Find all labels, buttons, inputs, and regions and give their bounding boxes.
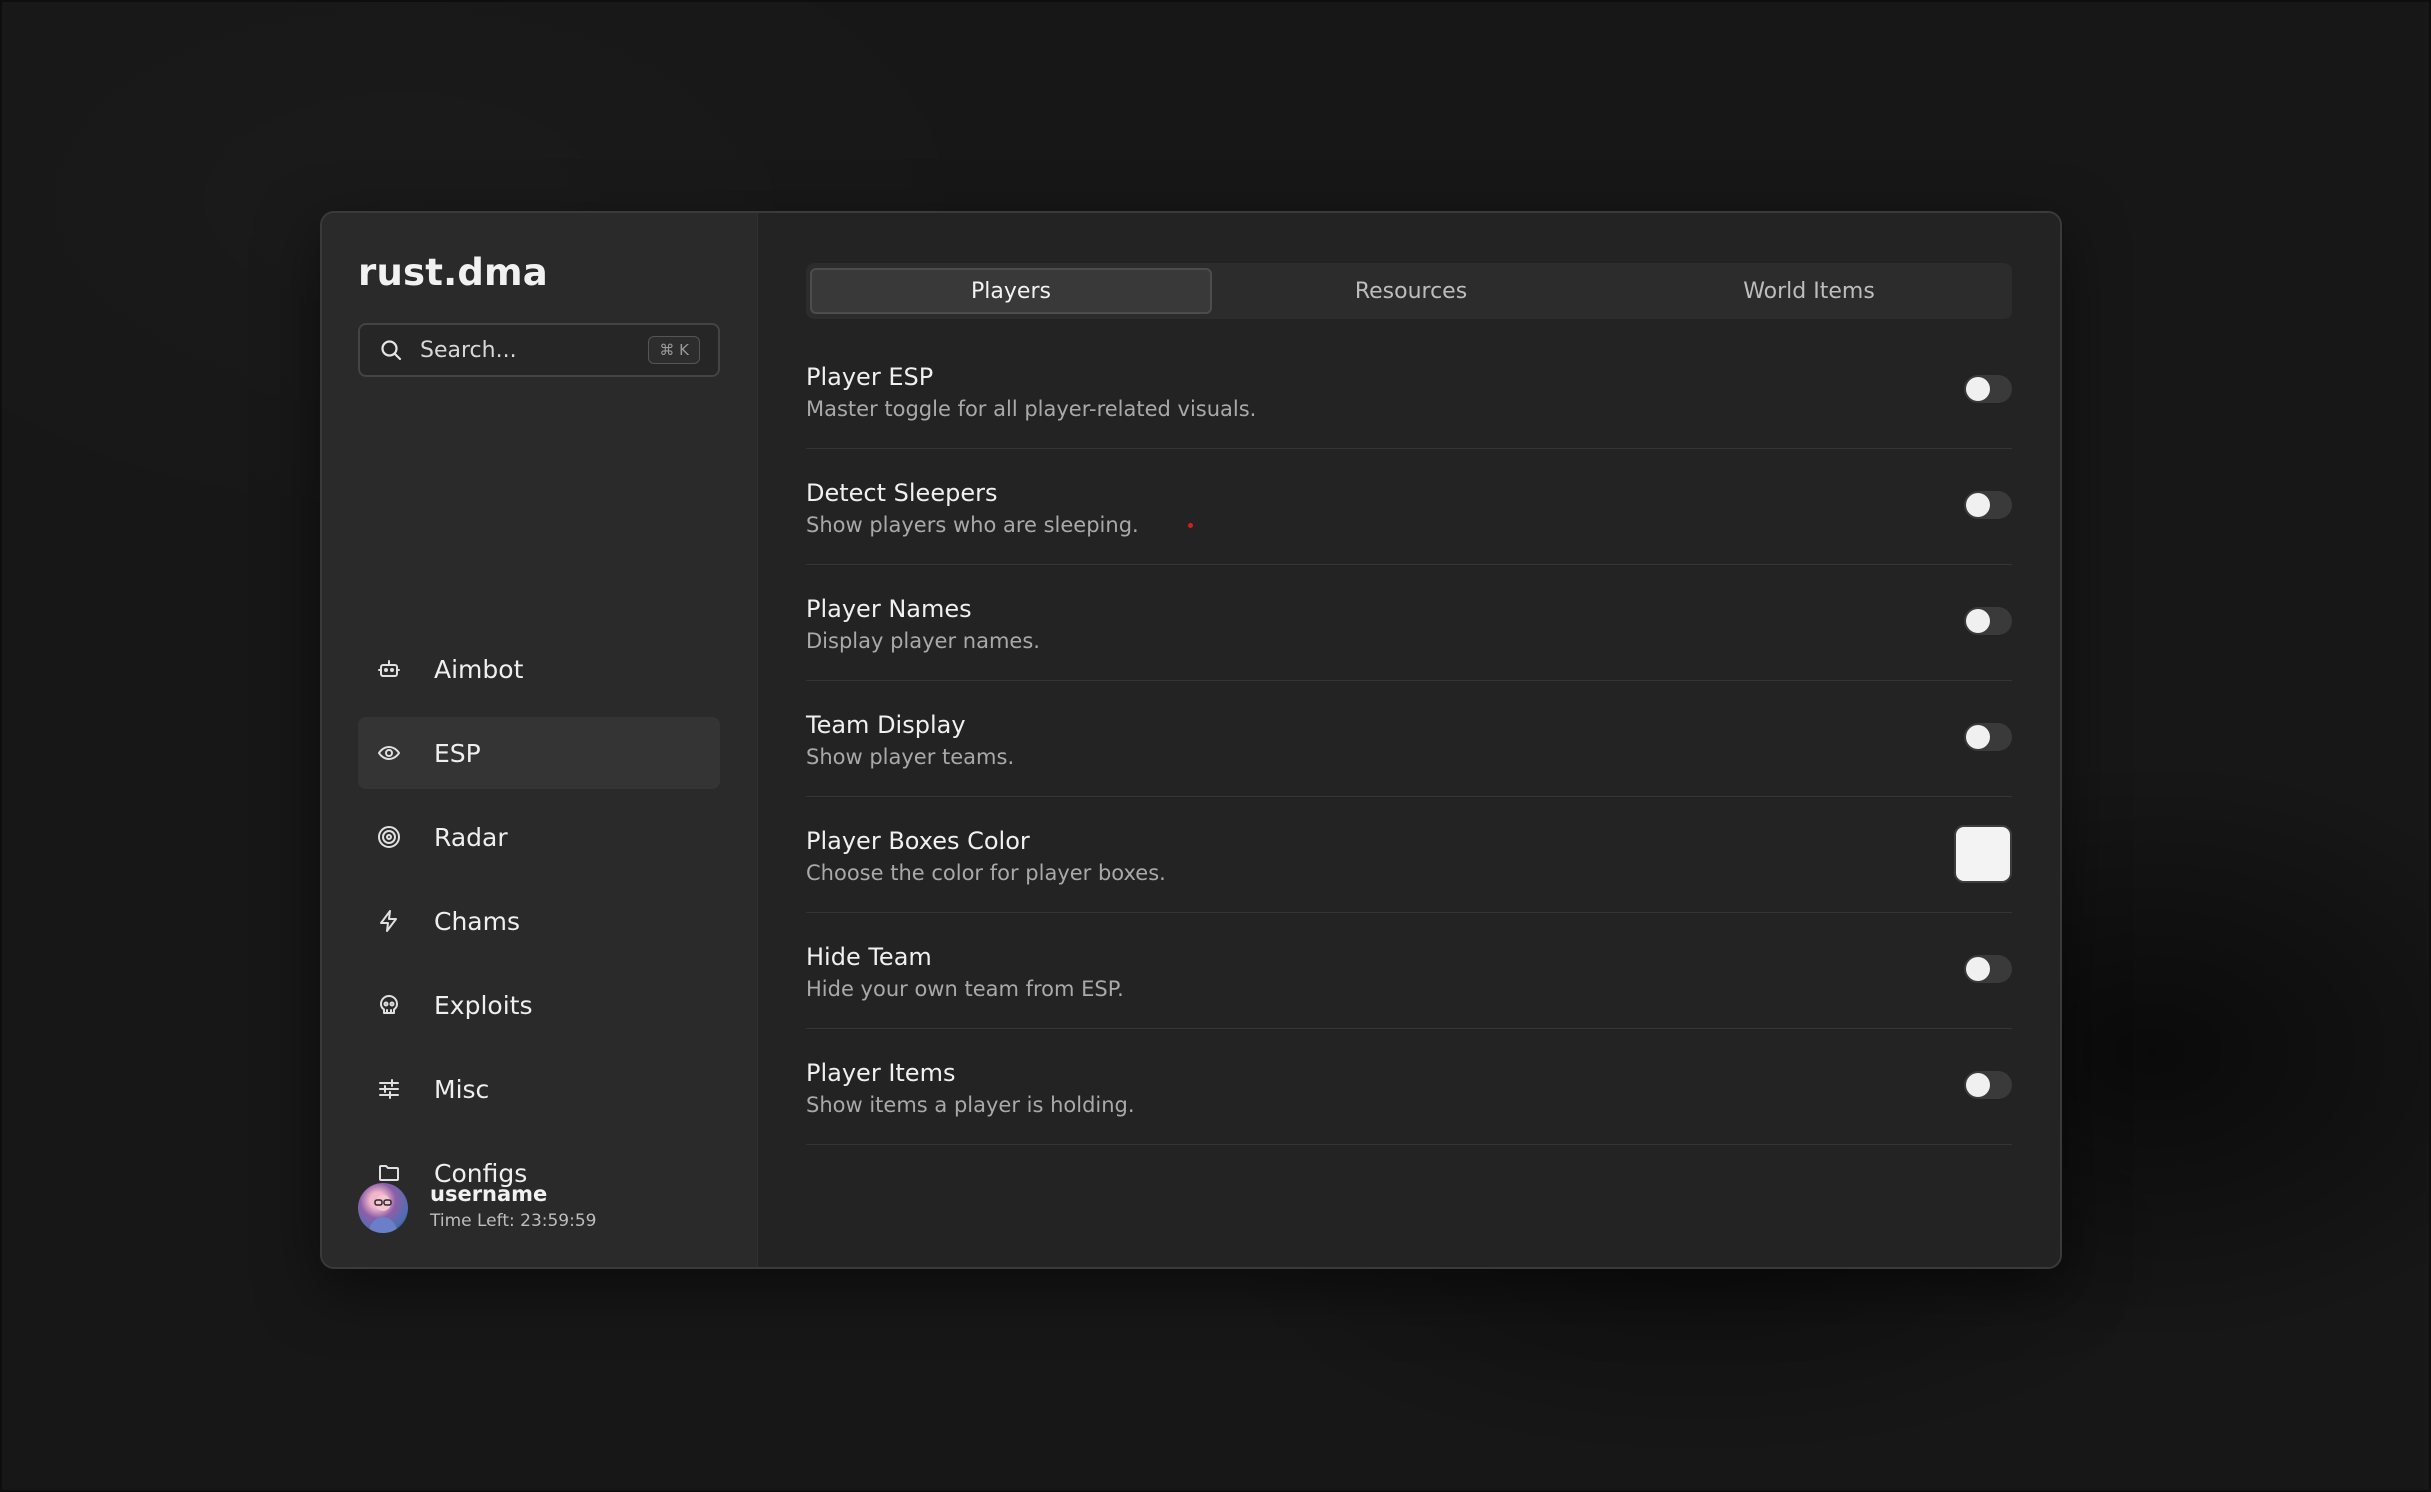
setting-row-player-esp: Player ESP Master toggle for all player-… bbox=[806, 333, 2012, 449]
setting-description: Show items a player is holding. bbox=[806, 1093, 1135, 1117]
user-info: username Time Left: 23:59:59 bbox=[430, 1181, 596, 1235]
avatar bbox=[358, 1183, 408, 1233]
search-input[interactable]: Search... bbox=[420, 338, 648, 363]
player-names-toggle[interactable] bbox=[1964, 607, 2012, 635]
team-display-toggle[interactable] bbox=[1964, 723, 2012, 751]
tab-resources[interactable]: Resources bbox=[1212, 268, 1610, 314]
lightning-icon bbox=[374, 906, 404, 936]
main-panel: Players Resources World Items Player ESP… bbox=[758, 213, 2060, 1267]
setting-title: Player Names bbox=[806, 595, 972, 623]
sidebar-item-label: Exploits bbox=[434, 990, 533, 1020]
app-title: rust.dma bbox=[358, 251, 548, 294]
toggle-knob bbox=[1966, 377, 1990, 401]
setting-title: Hide Team bbox=[806, 943, 932, 971]
setting-description: Show player teams. bbox=[806, 745, 1015, 769]
setting-title: Player ESP bbox=[806, 363, 934, 391]
radar-icon bbox=[374, 822, 404, 852]
sidebar-item-misc[interactable]: Misc bbox=[358, 1053, 720, 1125]
indicator-dot bbox=[1188, 523, 1193, 528]
sliders-icon bbox=[374, 1074, 404, 1104]
player-boxes-color-swatch[interactable] bbox=[1954, 825, 2012, 883]
sidebar-item-label: Aimbot bbox=[434, 654, 524, 684]
setting-description: Master toggle for all player-related vis… bbox=[806, 397, 1257, 421]
setting-row-player-items: Player Items Show items a player is hold… bbox=[806, 1029, 2012, 1145]
setting-row-player-names: Player Names Display player names. bbox=[806, 565, 2012, 681]
sidebar-item-chams[interactable]: Chams bbox=[358, 885, 720, 957]
player-items-toggle[interactable] bbox=[1964, 1071, 2012, 1099]
toggle-knob bbox=[1966, 725, 1990, 749]
skull-icon bbox=[374, 990, 404, 1020]
setting-row-hide-team: Hide Team Hide your own team from ESP. bbox=[806, 913, 2012, 1029]
sidebar-item-label: Misc bbox=[434, 1074, 490, 1104]
sidebar-item-label: ESP bbox=[434, 738, 481, 768]
search-icon bbox=[378, 337, 404, 363]
setting-title: Team Display bbox=[806, 711, 966, 739]
toggle-knob bbox=[1966, 957, 1990, 981]
setting-description: Display player names. bbox=[806, 629, 1040, 653]
tab-world-items[interactable]: World Items bbox=[1610, 268, 2008, 314]
setting-title: Player Boxes Color bbox=[806, 827, 1030, 855]
setting-description: Show players who are sleeping. bbox=[806, 513, 1139, 537]
settings-list: Player ESP Master toggle for all player-… bbox=[806, 333, 2012, 1145]
tab-bar: Players Resources World Items bbox=[806, 263, 2012, 319]
tab-players[interactable]: Players bbox=[810, 268, 1212, 314]
app-window: rust.dma Search... ⌘ K Aimbot ESP Radar … bbox=[320, 211, 2062, 1269]
sidebar: rust.dma Search... ⌘ K Aimbot ESP Radar … bbox=[322, 213, 758, 1267]
setting-description: Hide your own team from ESP. bbox=[806, 977, 1124, 1001]
eye-icon bbox=[374, 738, 404, 768]
setting-row-team-display: Team Display Show player teams. bbox=[806, 681, 2012, 797]
setting-title: Player Items bbox=[806, 1059, 956, 1087]
sidebar-item-label: Chams bbox=[434, 906, 520, 936]
setting-title: Detect Sleepers bbox=[806, 479, 998, 507]
time-left: Time Left: 23:59:59 bbox=[430, 1211, 597, 1231]
sidebar-item-label: Radar bbox=[434, 822, 508, 852]
toggle-knob bbox=[1966, 1073, 1990, 1097]
search-box[interactable]: Search... ⌘ K bbox=[358, 323, 720, 377]
toggle-knob bbox=[1966, 609, 1990, 633]
toggle-knob bbox=[1966, 493, 1990, 517]
player-esp-toggle[interactable] bbox=[1964, 375, 2012, 403]
user-profile[interactable]: username Time Left: 23:59:59 bbox=[358, 1181, 596, 1235]
sidebar-item-radar[interactable]: Radar bbox=[358, 801, 720, 873]
detect-sleepers-toggle[interactable] bbox=[1964, 491, 2012, 519]
hide-team-toggle[interactable] bbox=[1964, 955, 2012, 983]
setting-description: Choose the color for player boxes. bbox=[806, 861, 1166, 885]
username: username bbox=[430, 1182, 548, 1206]
setting-row-detect-sleepers: Detect Sleepers Show players who are sle… bbox=[806, 449, 2012, 565]
sidebar-item-aimbot[interactable]: Aimbot bbox=[358, 633, 720, 705]
bot-icon bbox=[374, 654, 404, 684]
sidebar-item-exploits[interactable]: Exploits bbox=[358, 969, 720, 1041]
search-shortcut-badge: ⌘ K bbox=[648, 336, 700, 364]
sidebar-item-esp[interactable]: ESP bbox=[358, 717, 720, 789]
setting-row-player-boxes-color: Player Boxes Color Choose the color for … bbox=[806, 797, 2012, 913]
